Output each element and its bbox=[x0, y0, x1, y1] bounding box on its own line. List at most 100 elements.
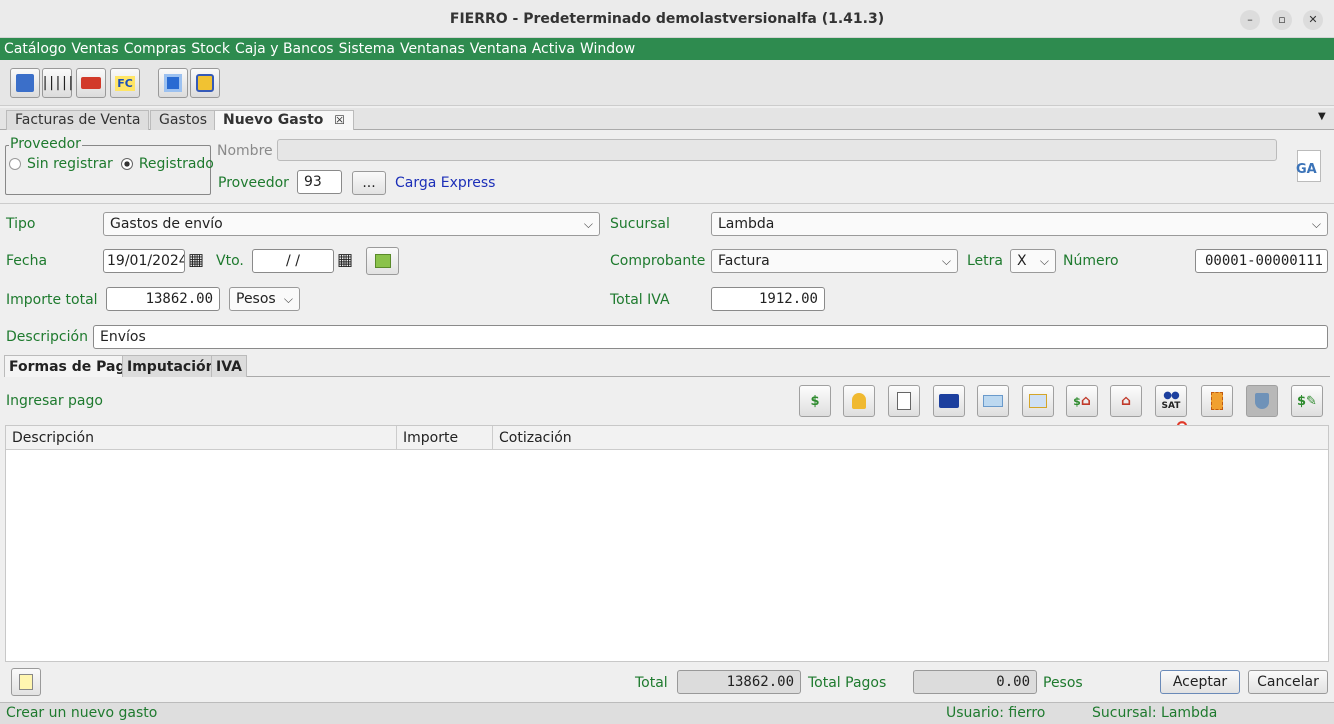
chevron-down-icon: ⌵ bbox=[1039, 254, 1049, 268]
tab-close-icon[interactable]: ☒ bbox=[334, 113, 345, 127]
total-label: Total bbox=[635, 675, 668, 691]
bookmark-icon[interactable] bbox=[190, 68, 220, 98]
column-cotizacion[interactable]: Cotización bbox=[493, 426, 613, 450]
vto-input[interactable]: / / bbox=[252, 249, 334, 273]
tab-iva[interactable]: IVA bbox=[211, 355, 247, 377]
ga-document-icon[interactable]: GA bbox=[1293, 150, 1325, 184]
comprobante-value: Factura bbox=[718, 253, 770, 269]
menu-ventas[interactable]: Ventas bbox=[71, 41, 118, 57]
letra-value: X bbox=[1017, 253, 1027, 269]
person-icon[interactable] bbox=[843, 385, 875, 417]
book-icon[interactable] bbox=[10, 68, 40, 98]
tab-gastos[interactable]: Gastos bbox=[150, 110, 217, 130]
menu-bar: Catálogo Ventas Compras Stock Caja y Ban… bbox=[0, 38, 1334, 60]
tipo-label: Tipo bbox=[6, 216, 36, 232]
status-bar: Crear un nuevo gasto Usuario: fierro Suc… bbox=[0, 702, 1334, 724]
truck-icon[interactable] bbox=[76, 68, 106, 98]
new-document-icon bbox=[19, 674, 33, 690]
invoice-fc-icon[interactable]: FC bbox=[110, 68, 140, 98]
letra-select[interactable]: X ⌵ bbox=[1010, 249, 1056, 273]
tab-imputacion[interactable]: Imputación bbox=[122, 355, 221, 377]
maximize-button[interactable]: ▫ bbox=[1272, 10, 1292, 30]
calendar-icon[interactable]: ▦ bbox=[188, 250, 204, 270]
tab-facturas-venta[interactable]: Facturas de Venta bbox=[6, 110, 150, 130]
tab-nuevo-gasto[interactable]: Nuevo Gasto ☒ bbox=[214, 110, 355, 130]
proveedor-label: Proveedor bbox=[218, 175, 289, 191]
menu-stock[interactable]: Stock bbox=[191, 41, 230, 57]
save-icon[interactable] bbox=[158, 68, 188, 98]
moneda-value: Pesos bbox=[236, 291, 276, 307]
menu-compras[interactable]: Compras bbox=[124, 41, 187, 57]
shield-icon[interactable] bbox=[1246, 385, 1278, 417]
footer-moneda: Pesos bbox=[1043, 675, 1083, 691]
proveedor-group-title: Proveedor bbox=[9, 136, 82, 152]
fecha-input[interactable]: 19/01/2024 bbox=[103, 249, 185, 273]
window-title: FIERRO - Predeterminado demolastversiona… bbox=[449, 11, 885, 27]
descripcion-label: Descripción bbox=[6, 329, 88, 345]
moneda-select[interactable]: Pesos ⌵ bbox=[229, 287, 300, 311]
numero-input[interactable]: 00001-00000111 bbox=[1195, 249, 1328, 273]
check-icon[interactable] bbox=[977, 385, 1009, 417]
radio-registrado[interactable] bbox=[120, 158, 133, 170]
column-importe[interactable]: Importe bbox=[397, 426, 493, 450]
radio-sin-registrar[interactable] bbox=[9, 158, 21, 170]
aceptar-button[interactable]: Aceptar bbox=[1160, 670, 1240, 694]
menu-ventanas[interactable]: Ventanas bbox=[400, 41, 465, 57]
importe-input[interactable]: 13862.00 bbox=[106, 287, 220, 311]
totaliva-label: Total IVA bbox=[610, 292, 670, 308]
inner-tabs: Formas de Pago Imputación IVA bbox=[4, 355, 1330, 377]
nombre-label: Nombre bbox=[217, 143, 273, 159]
calendar-edit-button[interactable] bbox=[366, 247, 399, 275]
carga-express-link[interactable]: Carga Express bbox=[395, 171, 495, 195]
tabs-dropdown-icon[interactable]: ▼ bbox=[1318, 111, 1326, 122]
totaliva-input[interactable]: 1912.00 bbox=[711, 287, 825, 311]
letra-label: Letra bbox=[967, 253, 1003, 269]
cash-icon[interactable]: $ bbox=[799, 385, 831, 417]
sucursal-select[interactable]: Lambda ⌵ bbox=[711, 212, 1328, 236]
proveedor-input[interactable]: 93 bbox=[297, 170, 342, 194]
ingresar-pago-label: Ingresar pago bbox=[6, 393, 103, 409]
radio-registrado-label: Registrado bbox=[138, 156, 214, 172]
payments-table[interactable]: Descripción Importe Cotización bbox=[5, 425, 1329, 662]
browse-proveedor-button[interactable]: ... bbox=[352, 171, 386, 195]
menu-ventana-activa[interactable]: Ventana Activa bbox=[470, 41, 575, 57]
tab-nuevo-gasto-label: Nuevo Gasto bbox=[223, 112, 324, 128]
calendar-edit-icon bbox=[374, 254, 391, 268]
new-document-button[interactable] bbox=[11, 668, 41, 696]
menu-catalogo[interactable]: Catálogo bbox=[4, 41, 66, 57]
credit-card-icon[interactable] bbox=[933, 385, 965, 417]
nombre-input bbox=[277, 139, 1277, 161]
cancelar-button[interactable]: Cancelar bbox=[1248, 670, 1328, 694]
separator bbox=[0, 203, 1334, 204]
status-sucursal: Sucursal: Lambda bbox=[1092, 705, 1218, 721]
bank-deposit-icon[interactable]: $ ⌂ bbox=[1066, 385, 1098, 417]
vto-label: Vto. bbox=[216, 253, 244, 269]
menu-sistema[interactable]: Sistema bbox=[339, 41, 395, 57]
tipo-select[interactable]: Gastos de envío ⌵ bbox=[103, 212, 600, 236]
minimize-button[interactable]: – bbox=[1240, 10, 1260, 30]
sat-icon[interactable]: ●● SAT bbox=[1155, 385, 1187, 417]
table-header: Descripción Importe Cotización bbox=[6, 426, 1328, 450]
check-multiple-icon[interactable] bbox=[1022, 385, 1054, 417]
menu-caja-bancos[interactable]: Caja y Bancos bbox=[235, 41, 334, 57]
title-bar: FIERRO - Predeterminado demolastversiona… bbox=[0, 0, 1334, 38]
comprobante-select[interactable]: Factura ⌵ bbox=[711, 249, 958, 273]
sucursal-value: Lambda bbox=[718, 216, 775, 232]
tipo-value: Gastos de envío bbox=[110, 216, 223, 232]
chevron-down-icon: ⌵ bbox=[283, 292, 293, 306]
calendar-icon[interactable]: ▦ bbox=[337, 250, 353, 270]
close-window-button[interactable]: ✕ bbox=[1303, 10, 1323, 30]
voucher-icon[interactable] bbox=[1201, 385, 1233, 417]
barcode-icon[interactable]: ||||| bbox=[41, 68, 75, 98]
document-icon[interactable] bbox=[888, 385, 920, 417]
chevron-down-icon: ⌵ bbox=[583, 217, 593, 231]
money-edit-icon[interactable]: $✎ bbox=[1291, 385, 1323, 417]
column-descripcion[interactable]: Descripción bbox=[6, 426, 397, 450]
status-message: Crear un nuevo gasto bbox=[6, 705, 158, 721]
descripcion-input[interactable]: Envíos bbox=[93, 325, 1328, 349]
menu-window[interactable]: Window bbox=[580, 41, 635, 57]
tab-formas-de-pago[interactable]: Formas de Pago bbox=[4, 355, 141, 377]
bank-transfer-icon[interactable]: ⌂ bbox=[1110, 385, 1142, 417]
total-pagos-label: Total Pagos bbox=[808, 675, 887, 691]
proveedor-radio-group: Sin registrar Registrado bbox=[9, 156, 214, 172]
